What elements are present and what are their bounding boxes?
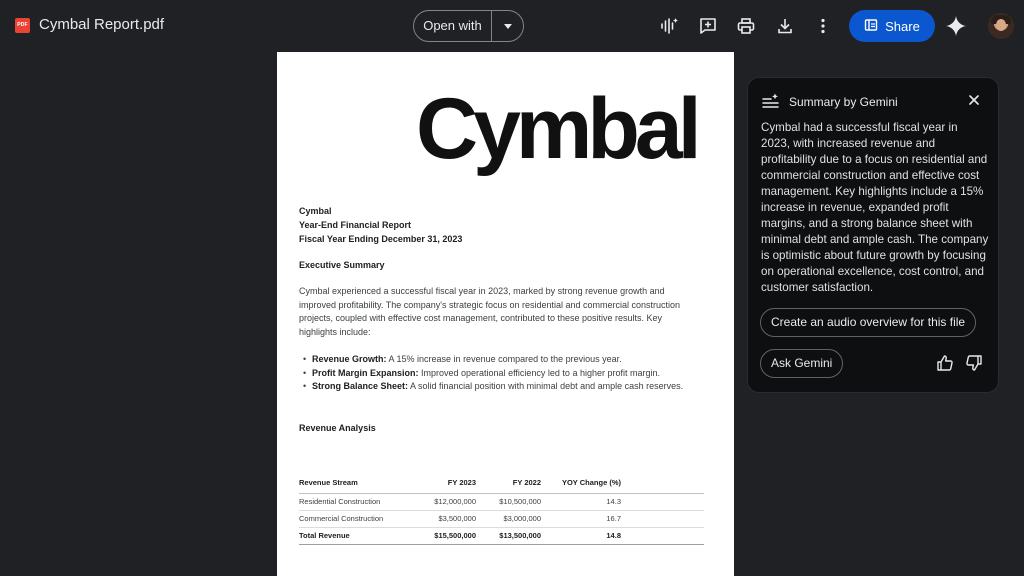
table-cell: 14.3 [541, 493, 621, 511]
gemini-panel-title: Summary by Gemini [789, 95, 898, 109]
pdf-page: Cymbal Cymbal Year-End Financial Report … [277, 52, 734, 576]
thumb-up-icon[interactable] [936, 354, 954, 377]
table-cell: Total Revenue [299, 527, 411, 545]
close-icon[interactable] [967, 93, 981, 112]
table-cell: $12,000,000 [411, 493, 476, 511]
revenue-table: Revenue Stream FY 2023 FY 2022 YOY Chang… [299, 473, 704, 545]
table-cell-spacer [621, 493, 704, 511]
table-cell: Commercial Construction [299, 510, 411, 528]
exec-summary-text: Cymbal experienced a successful fiscal y… [299, 286, 681, 337]
avatar-face [996, 19, 1006, 31]
list-item: Profit Margin Expansion: Improved operat… [303, 367, 693, 381]
table-cell: $3,500,000 [411, 510, 476, 528]
highlights-list: Revenue Growth: A 15% increase in revenu… [303, 353, 693, 394]
table-cell: 14.8 [541, 527, 621, 545]
table-cell-spacer [621, 527, 704, 545]
table-row-total: Total Revenue $15,500,000 $13,500,000 14… [299, 527, 704, 545]
revenue-heading: Revenue Analysis [299, 423, 376, 433]
people-share-icon [864, 18, 878, 35]
summary-list-icon [762, 93, 780, 114]
table-header: FY 2023 [411, 473, 476, 494]
open-with-label[interactable]: Open with [414, 11, 492, 41]
table-cell: $13,500,000 [476, 527, 541, 545]
open-with-button[interactable]: Open with [413, 10, 524, 42]
highlight-label: Profit Margin Expansion: [312, 367, 419, 378]
table-cell: 16.7 [541, 510, 621, 528]
doc-header: Cymbal Year-End Financial Report Fiscal … [299, 204, 462, 246]
pdf-file-icon: PDF [15, 18, 30, 33]
print-icon[interactable] [734, 14, 758, 38]
table-header: YOY Change (%) [541, 473, 621, 494]
table-cell: $15,500,000 [411, 527, 476, 545]
download-icon[interactable] [773, 14, 797, 38]
table-cell: Residential Construction [299, 493, 411, 511]
highlight-text: A 15% increase in revenue compared to th… [386, 354, 622, 364]
file-title: Cymbal Report.pdf [39, 16, 165, 33]
table-header: FY 2022 [476, 473, 541, 494]
create-audio-overview-button[interactable]: Create an audio overview for this file [760, 308, 977, 337]
more-vert-icon[interactable] [811, 14, 835, 38]
add-comment-icon[interactable] [696, 14, 720, 38]
table-cell: $10,500,000 [476, 493, 541, 511]
table-row: Residential Construction $12,000,000 $10… [299, 493, 704, 511]
doc-header-period: Fiscal Year Ending December 31, 2023 [299, 234, 463, 244]
gemini-sparkle-icon[interactable] [944, 14, 968, 38]
doc-header-company: Cymbal [299, 206, 332, 216]
doc-header-title: Year-End Financial Report [299, 220, 412, 230]
avatar[interactable] [988, 13, 1014, 39]
chevron-down-icon [503, 23, 512, 29]
gemini-summary-text: Cymbal had a successful fiscal year in 2… [761, 121, 989, 294]
highlight-text: Improved operational efficiency led to a… [418, 367, 660, 378]
thumb-down-icon[interactable] [965, 354, 983, 377]
table-cell-spacer [621, 510, 704, 528]
gemini-summary-panel: Summary by Gemini Cymbal had a successfu… [747, 77, 999, 393]
list-item: Strong Balance Sheet: A solid financial … [303, 380, 693, 394]
ask-gemini-button[interactable]: Ask Gemini [760, 349, 844, 378]
audio-waveform-icon[interactable] [657, 14, 681, 38]
highlight-label: Revenue Growth: [312, 354, 387, 364]
list-item: Revenue Growth: A 15% increase in revenu… [303, 353, 693, 367]
table-row: Commercial Construction $3,500,000 $3,00… [299, 510, 704, 528]
share-label: Share [885, 18, 920, 34]
table-header: Revenue Stream [299, 473, 411, 494]
highlight-label: Strong Balance Sheet: [312, 381, 409, 392]
open-with-dropdown[interactable] [492, 11, 523, 41]
highlight-text: A solid financial position with minimal … [408, 381, 684, 392]
table-header-spacer [621, 473, 704, 494]
top-bar: PDF Cymbal Report.pdf Open with Share [0, 0, 1024, 52]
table-cell: $3,000,000 [476, 510, 541, 528]
share-button[interactable]: Share [849, 10, 935, 42]
table-header-row: Revenue Stream FY 2023 FY 2022 YOY Chang… [299, 473, 704, 494]
cymbal-logo: Cymbal [416, 81, 702, 177]
exec-summary-heading: Executive Summary [299, 260, 385, 270]
